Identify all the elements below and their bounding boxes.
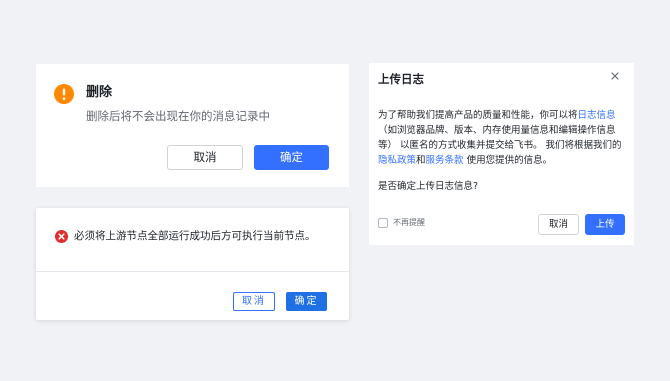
confirm-question: 是否确定上传日志信息? (378, 181, 479, 192)
dialog-body: 为了帮助我们提高产品的质量和性能，你可以将日志信息 （如浏览器品牌、版本、内存使用… (378, 108, 628, 168)
divider (36, 271, 349, 272)
checkbox-label[interactable]: 不再提醒 (393, 216, 425, 230)
body-text: 和 (416, 155, 426, 166)
body-text: 使用您提供的信息。 (463, 155, 553, 166)
close-icon[interactable] (610, 71, 620, 81)
privacy-policy-link[interactable]: 隐私政策 (378, 155, 416, 166)
delete-dialog: 删除 删除后将不会出现在你的消息记录中 取消 确定 (36, 64, 349, 187)
error-dialog: 必须将上游节点全部运行成功后方可执行当前节点。 取消 确定 (36, 208, 349, 320)
body-text: 为了帮助我们提高产品的质量和性能，你可以将 (378, 110, 578, 121)
cancel-button[interactable]: 取消 (167, 145, 243, 170)
cancel-button[interactable]: 取消 (538, 214, 579, 235)
dialog-message: 删除后将不会出现在你的消息记录中 (86, 109, 270, 123)
dont-remind-checkbox[interactable] (378, 218, 388, 228)
error-icon (55, 230, 68, 243)
confirm-button[interactable]: 确定 (286, 292, 327, 311)
dialog-title: 删除 (86, 85, 113, 100)
confirm-button[interactable]: 确定 (254, 145, 329, 170)
cancel-button[interactable]: 取消 (233, 292, 275, 311)
error-message: 必须将上游节点全部运行成功后方可执行当前节点。 (74, 230, 316, 242)
terms-of-service-link[interactable]: 服务条款 (426, 155, 464, 166)
upload-log-dialog: 上传日志 为了帮助我们提高产品的质量和性能，你可以将日志信息 （如浏览器品牌、版本… (369, 63, 634, 245)
log-info-link[interactable]: 日志信息 (578, 110, 616, 121)
dialog-title: 上传日志 (378, 72, 424, 86)
body-text: （如浏览器品牌、版本、内存使用量信息和编辑操作信息等） 以匿名的方式收集并提交给… (378, 125, 622, 151)
upload-button[interactable]: 上传 (585, 214, 625, 235)
warning-icon (54, 84, 74, 104)
